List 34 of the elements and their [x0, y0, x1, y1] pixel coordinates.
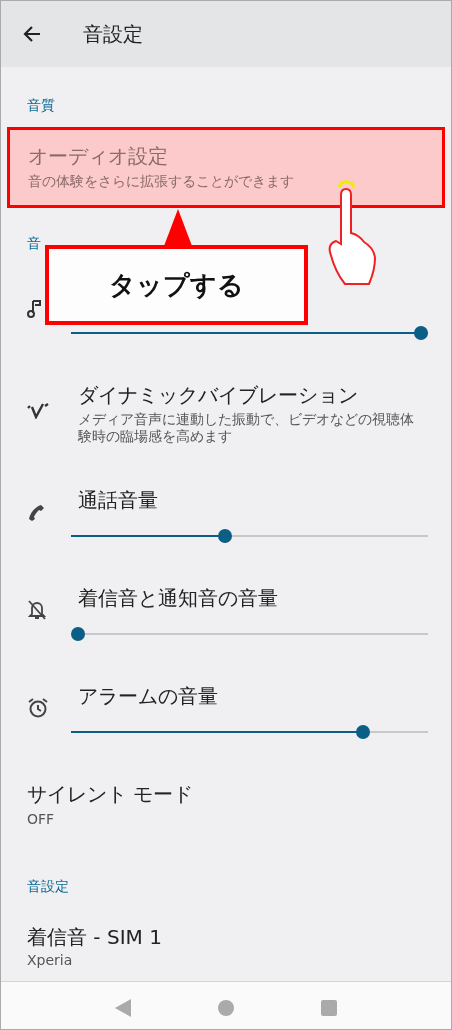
volume-slider[interactable]	[71, 627, 428, 641]
setting-summary: メディア音声に連動した振動で、ビデオなどの視聴体験時の臨場感を高めます	[78, 411, 415, 445]
volume-slider[interactable]	[71, 529, 428, 543]
vibration-wave-icon	[27, 402, 49, 419]
slider-thumb[interactable]	[355, 725, 370, 739]
setting-row[interactable]: 着信音 - SIM 1 Xperia	[1, 898, 451, 981]
setting-summary: 音の体験をさらに拡張することができます	[28, 173, 294, 190]
setting-row[interactable]: ダイナミックバイブレーション メディア音声に連動した振動で、ビデオなどの視聴体験時の臨場感を高めます	[1, 358, 451, 463]
section-header: 音設定	[27, 878, 69, 894]
setting-summary: OFF	[27, 811, 55, 828]
setting-title: オーディオ設定	[28, 143, 168, 169]
back-arrow-icon[interactable]	[22, 24, 42, 44]
setting-title: 通話音量	[78, 487, 158, 513]
section-header: 音質	[27, 97, 55, 113]
slider-thumb[interactable]	[71, 627, 85, 641]
music-note-icon	[27, 299, 43, 319]
highlighted-setting-row[interactable]: オーディオ設定 音の体験をさらに拡張することができます	[7, 127, 445, 208]
setting-title: サイレント モード	[27, 781, 194, 807]
bell-off-icon	[27, 599, 47, 621]
slider-thumb[interactable]	[414, 326, 428, 340]
setting-title: ダイナミックバイブレーション	[78, 382, 358, 408]
setting-title: 着信音 - SIM 1	[27, 924, 162, 950]
callout-text: タップする	[109, 268, 244, 302]
section-header: 音	[27, 235, 41, 251]
setting-title: アラームの音量	[78, 683, 218, 709]
volume-slider[interactable]	[71, 725, 428, 739]
setting-row[interactable]: サイレント モード OFF	[1, 757, 451, 843]
setting-summary: Xperia	[27, 952, 73, 969]
volume-slider[interactable]	[71, 326, 428, 340]
screen-title: 音設定	[83, 20, 143, 48]
setting-title: 着信音と通知音の音量	[78, 585, 278, 611]
slider-thumb[interactable]	[218, 529, 233, 543]
phone-icon	[27, 502, 47, 522]
alarm-clock-icon	[27, 697, 49, 719]
